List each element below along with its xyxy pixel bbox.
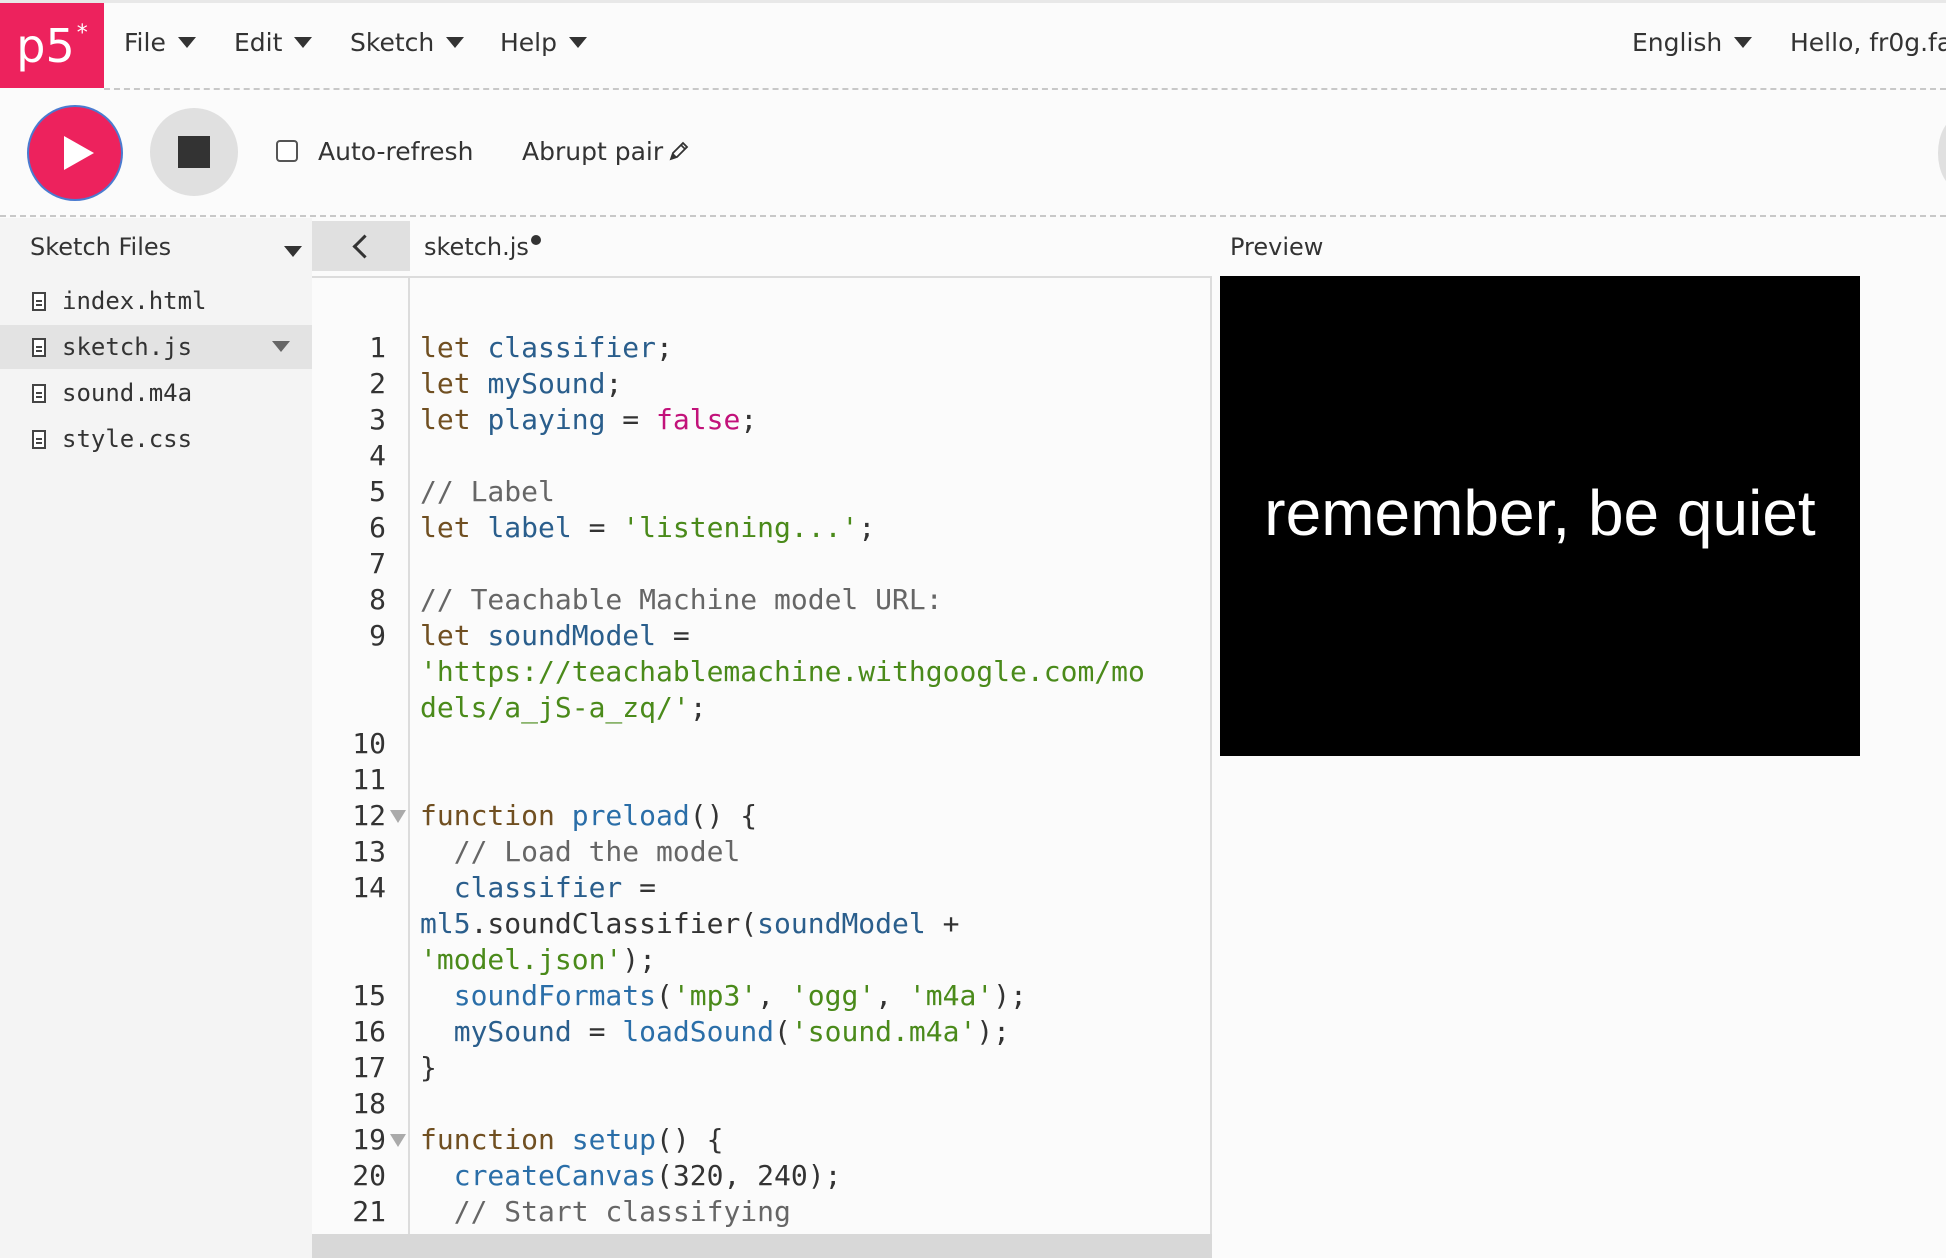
code-line[interactable]: let mySound; bbox=[420, 366, 622, 402]
line-number: 19 bbox=[352, 1123, 386, 1156]
fold-arrow-icon[interactable] bbox=[390, 810, 406, 823]
menu-file-label: File bbox=[124, 28, 166, 57]
menu-edit[interactable]: Edit bbox=[234, 28, 313, 57]
auto-refresh-label[interactable]: Auto-refresh bbox=[318, 137, 473, 166]
file-item-sound-m4a[interactable]: sound.m4a bbox=[0, 371, 312, 415]
file-item-index-html[interactable]: index.html bbox=[0, 279, 312, 323]
file-item-style-css[interactable]: style.css bbox=[0, 417, 312, 461]
logo-text: p5 bbox=[16, 18, 75, 73]
line-number: 13 bbox=[352, 835, 386, 868]
line-number: 4 bbox=[369, 439, 386, 472]
code-line[interactable]: // Teachable Machine model URL: bbox=[420, 582, 943, 618]
file-item-sketch-js[interactable]: sketch.js bbox=[0, 325, 312, 369]
file-name: sketch.js bbox=[62, 333, 193, 361]
menu-sketch[interactable]: Sketch bbox=[350, 28, 465, 57]
play-button[interactable] bbox=[29, 107, 121, 199]
menu-help[interactable]: Help bbox=[500, 28, 587, 57]
line-number: 11 bbox=[352, 763, 386, 796]
auto-refresh-checkbox[interactable] bbox=[276, 140, 298, 162]
code-line[interactable]: let label = 'listening...'; bbox=[420, 510, 875, 546]
line-number: 14 bbox=[352, 871, 386, 904]
code-line[interactable]: soundFormats('mp3', 'ogg', 'm4a'); bbox=[420, 978, 1027, 1014]
user-greeting: Hello, fr0g.far bbox=[1790, 28, 1946, 57]
sketch-files-header: Sketch Files bbox=[30, 233, 172, 261]
line-number: 18 bbox=[352, 1087, 386, 1120]
canvas-text: remember, be quiet bbox=[1264, 477, 1816, 549]
code-line[interactable]: // Label bbox=[420, 474, 555, 510]
editor-tab-name: sketch.js bbox=[424, 233, 529, 261]
file-name: index.html bbox=[62, 287, 207, 315]
line-number: 7 bbox=[369, 547, 386, 580]
menu-edit-label: Edit bbox=[234, 28, 283, 57]
menu-help-label: Help bbox=[500, 28, 557, 57]
p5-logo[interactable]: p5 * bbox=[0, 3, 104, 88]
chevron-down-icon bbox=[294, 37, 313, 48]
code-line[interactable]: ml5.soundClassifier(soundModel + bbox=[420, 906, 959, 942]
line-number: 6 bbox=[369, 511, 386, 544]
code-editor[interactable]: 1 2 3 4 5 6 7 8 9 10 11 12 13 14 15 16 1… bbox=[312, 278, 1212, 1258]
file-icon bbox=[32, 429, 46, 449]
chevron-down-icon bbox=[569, 37, 587, 48]
line-number: 9 bbox=[369, 619, 386, 652]
chevron-down-icon[interactable] bbox=[272, 341, 290, 352]
chevron-down-icon bbox=[177, 37, 196, 48]
language-label: English bbox=[1632, 28, 1723, 57]
code-line[interactable]: createCanvas(320, 240); bbox=[420, 1158, 842, 1194]
code-line[interactable]: let playing = false; bbox=[420, 402, 757, 438]
code-line[interactable]: 'model.json'); bbox=[420, 942, 656, 978]
horizontal-scrollbar[interactable] bbox=[312, 1234, 1212, 1258]
collapse-sidebar-button[interactable] bbox=[312, 221, 410, 271]
chevron-down-icon bbox=[446, 37, 465, 48]
code-line[interactable]: } bbox=[420, 1050, 437, 1086]
code-line[interactable]: function setup() { bbox=[420, 1122, 723, 1158]
file-name: sound.m4a bbox=[62, 379, 193, 407]
line-number: 17 bbox=[352, 1051, 386, 1084]
code-line[interactable]: function preload() { bbox=[420, 798, 757, 834]
line-number-gutter: 1 2 3 4 5 6 7 8 9 10 11 12 13 14 15 16 1… bbox=[312, 278, 410, 1258]
line-number: 3 bbox=[369, 403, 386, 436]
file-icon bbox=[32, 383, 46, 403]
menu-file[interactable]: File bbox=[124, 28, 196, 57]
line-number: 5 bbox=[369, 475, 386, 508]
stop-button[interactable] bbox=[150, 108, 238, 196]
line-number: 2 bbox=[369, 367, 386, 400]
line-number: 16 bbox=[352, 1015, 386, 1048]
line-number: 15 bbox=[352, 979, 386, 1012]
pencil-icon[interactable] bbox=[668, 140, 690, 162]
file-icon bbox=[32, 291, 46, 311]
line-number: 8 bbox=[369, 583, 386, 616]
line-number: 1 bbox=[369, 331, 386, 364]
fold-arrow-icon[interactable] bbox=[390, 1134, 406, 1147]
file-icon bbox=[32, 337, 46, 357]
language-selector[interactable]: English bbox=[1632, 28, 1753, 57]
logo-asterisk: * bbox=[76, 21, 88, 46]
chevron-down-icon[interactable] bbox=[284, 246, 302, 257]
line-number: 20 bbox=[352, 1159, 386, 1192]
sketch-name[interactable]: Abrupt pair bbox=[522, 137, 663, 166]
line-number: 21 bbox=[352, 1195, 386, 1228]
code-line[interactable]: dels/a_jS-a_zq/'; bbox=[420, 690, 707, 726]
unsaved-indicator bbox=[531, 235, 541, 245]
line-number: 10 bbox=[352, 727, 386, 760]
chevron-down-icon bbox=[1734, 37, 1753, 48]
code-line[interactable]: // Start classifying bbox=[420, 1194, 791, 1230]
line-number: 12 bbox=[352, 799, 386, 832]
preview-label: Preview bbox=[1230, 233, 1324, 261]
code-line[interactable]: let classifier; bbox=[420, 330, 673, 366]
file-name: style.css bbox=[62, 425, 193, 453]
user-menu[interactable]: Hello, fr0g.far bbox=[1790, 28, 1946, 57]
code-line[interactable]: mySound = loadSound('sound.m4a'); bbox=[420, 1014, 1010, 1050]
code-line[interactable]: // Load the model bbox=[420, 834, 741, 870]
code-line[interactable]: classifier = bbox=[420, 870, 656, 906]
code-line[interactable]: let soundModel = bbox=[420, 618, 690, 654]
code-line[interactable]: 'https://teachablemachine.withgoogle.com… bbox=[420, 654, 1145, 690]
menu-sketch-label: Sketch bbox=[350, 28, 435, 57]
